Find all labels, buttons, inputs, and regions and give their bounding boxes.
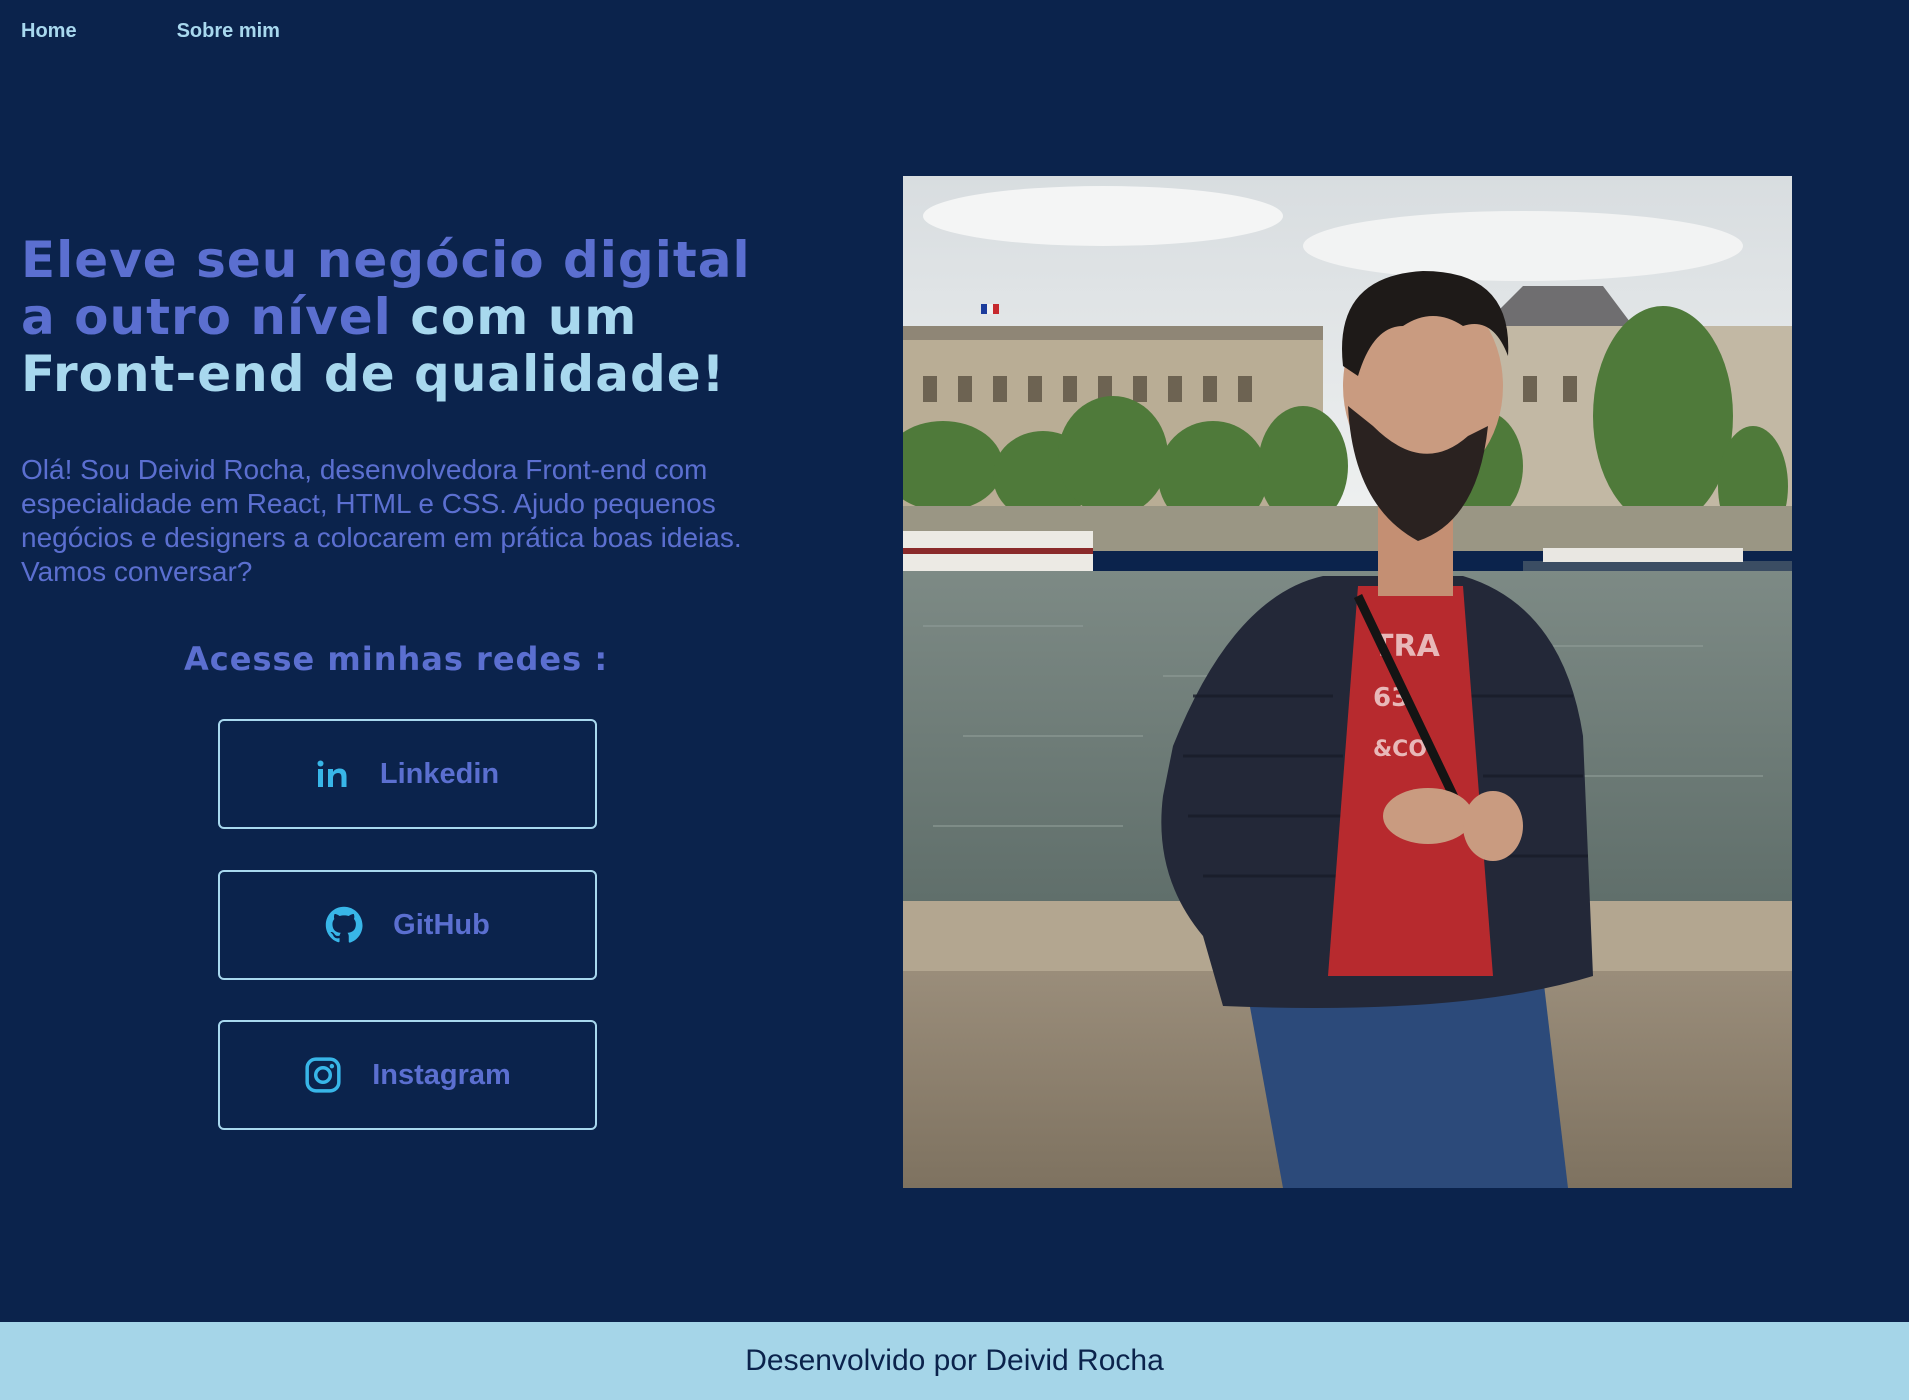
nav-about-link[interactable]: Sobre mim bbox=[177, 20, 280, 43]
top-nav: Home Sobre mim bbox=[21, 20, 280, 43]
social-section-title: Acesse minhas redes : bbox=[184, 640, 609, 678]
linkedin-button-label: Linkedin bbox=[379, 757, 500, 790]
instagram-button[interactable]: Instagram bbox=[218, 1020, 597, 1130]
headline-part-1: Eleve seu negócio digital bbox=[21, 231, 751, 289]
linkedin-button[interactable]: Linkedin bbox=[218, 719, 597, 829]
headline-part-3: com um bbox=[410, 288, 638, 346]
headline-part-2: a outro nível bbox=[21, 288, 392, 346]
profile-photo: TRA 63 &CO bbox=[903, 176, 1792, 1188]
instagram-icon bbox=[304, 1056, 342, 1094]
github-button-label: GitHub bbox=[393, 908, 490, 941]
github-icon bbox=[325, 906, 363, 944]
footer-credit-text: Desenvolvido por Deivid Rocha bbox=[745, 1344, 1164, 1377]
instagram-button-label: Instagram bbox=[372, 1058, 511, 1091]
hero-headline: Eleve seu negócio digital a outro nível … bbox=[21, 232, 801, 403]
hero-intro-text: Olá! Sou Deivid Rocha, desenvolvedora Fr… bbox=[21, 454, 742, 587]
page-footer: Desenvolvido por Deivid Rocha bbox=[0, 1322, 1909, 1400]
portfolio-page: Home Sobre mim Eleve seu negócio digital… bbox=[0, 0, 1909, 1400]
github-button[interactable]: GitHub bbox=[218, 870, 597, 980]
linkedin-icon bbox=[316, 759, 350, 789]
svg-text:&CO: &CO bbox=[1373, 737, 1427, 762]
nav-home-link[interactable]: Home bbox=[21, 20, 77, 43]
headline-part-4: Front-end de qualidade! bbox=[21, 345, 726, 403]
